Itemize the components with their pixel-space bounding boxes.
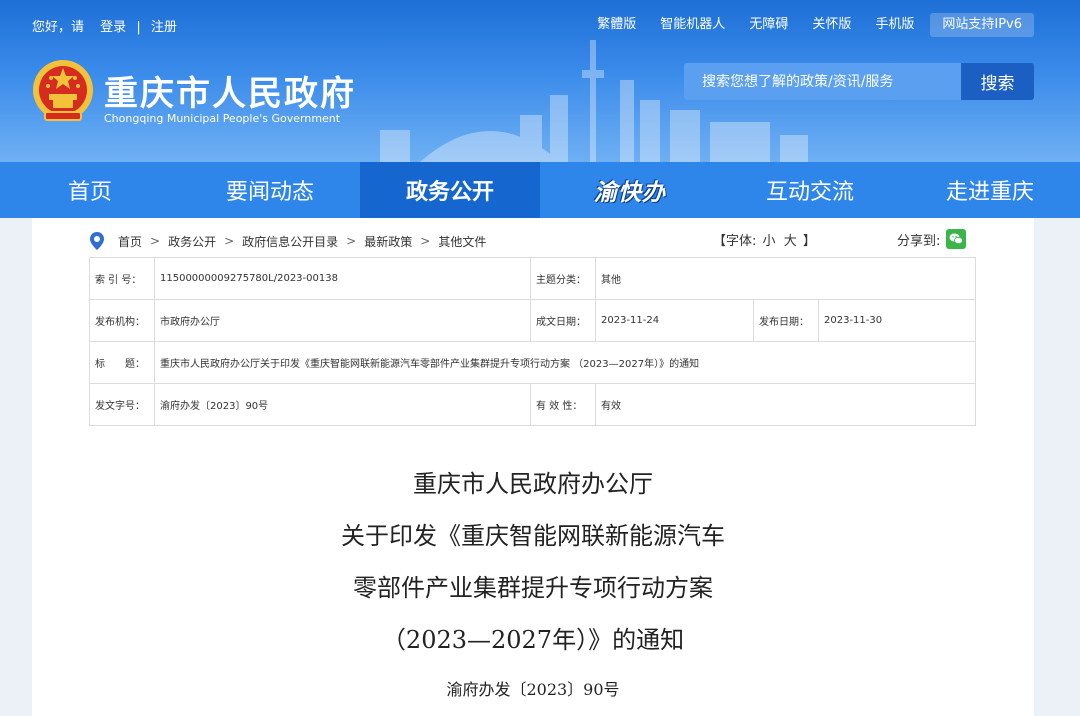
font-size-small-button[interactable]: 小 <box>763 234 776 249</box>
ipv6-support-badge: 网站支持IPv6 <box>930 13 1034 37</box>
validity-label: 有 效 性： <box>530 383 596 426</box>
created-date-label: 成文日期： <box>530 299 596 342</box>
main-content: 首页 > 政务公开 > 政府信息公开目录 > 最新政策 > 其他文件 【字体: … <box>32 218 1034 716</box>
breadcrumb-home[interactable]: 首页 <box>118 233 142 250</box>
breadcrumb-other-documents[interactable]: 其他文件 <box>438 233 486 250</box>
table-row: 发布机构： 市政府办公厅 成文日期： 2023-11-24 发布日期： 2023… <box>89 299 976 342</box>
category-value: 其他 <box>595 257 976 300</box>
share-label: 分享到: <box>897 233 941 249</box>
nav-item-news[interactable]: 要闻动态 <box>180 162 360 218</box>
greeting-text: 您好，请 <box>32 20 85 35</box>
accessibility-link[interactable]: 无障碍 <box>737 13 800 37</box>
site-title[interactable]: 重庆市人民政府 <box>104 66 356 115</box>
document-title-line: 零部件产业集群提升专项行动方案 <box>353 574 713 602</box>
validity-value: 有效 <box>595 383 976 426</box>
user-greeting: 您好，请 登录 | 注册 <box>32 16 177 35</box>
breadcrumb-separator: > <box>224 234 235 248</box>
share-control: 分享到: <box>897 229 967 249</box>
nav-item-interaction[interactable]: 互动交流 <box>720 162 900 218</box>
city-skyline-decoration <box>380 40 808 162</box>
breadcrumb-separator: > <box>420 234 431 248</box>
breadcrumb-info-catalog[interactable]: 政府信息公开目录 <box>242 233 338 250</box>
index-label: 索 引 号： <box>89 257 155 300</box>
font-size-label: 【字体: <box>713 234 757 249</box>
document-title-line: （2023—2027年）》的通知 <box>381 626 685 654</box>
main-nav: 首页 要闻动态 政务公开 渝快办 互动交流 走进重庆 <box>0 162 1080 218</box>
publisher-label: 发布机构： <box>89 299 155 342</box>
title-value: 重庆市人民政府办公厅关于印发《重庆智能网联新能源汽车零部件产业集群提升专项行动方… <box>154 341 976 384</box>
top-bar: 您好，请 登录 | 注册 繁體版 智能机器人 无障碍 关怀版 手机版 网站支持I… <box>0 0 1080 50</box>
document-title-line: 重庆市人民政府办公厅 <box>413 470 653 498</box>
breadcrumb-separator: > <box>150 234 161 248</box>
document-metadata-table: 索 引 号： 11500000009275780L/2023-00138 主题分… <box>89 257 976 426</box>
created-date-value: 2023-11-24 <box>595 299 754 342</box>
title-label: 标 题： <box>89 341 155 384</box>
site-subtitle: Chongqing Municipal People's Government <box>104 112 341 125</box>
category-label: 主题分类： <box>530 257 596 300</box>
location-pin-icon <box>90 232 104 250</box>
login-register-divider: | <box>136 20 141 35</box>
nav-item-home[interactable]: 首页 <box>0 162 180 218</box>
search-box <box>684 63 961 100</box>
document-number: 渝府办发〔2023〕90号 <box>446 680 620 699</box>
font-size-large-button[interactable]: 大 <box>784 234 797 249</box>
elderly-care-link[interactable]: 关怀版 <box>800 13 863 37</box>
register-link[interactable]: 注册 <box>151 20 177 35</box>
font-size-close-bracket: 】 <box>802 234 816 249</box>
wechat-icon[interactable] <box>946 229 967 249</box>
publisher-value: 市政府办公厅 <box>154 299 531 342</box>
breadcrumb: 首页 > 政务公开 > 政府信息公开目录 > 最新政策 > 其他文件 <box>90 232 486 250</box>
table-row: 索 引 号： 11500000009275780L/2023-00138 主题分… <box>89 257 976 300</box>
breadcrumb-government-affairs[interactable]: 政务公开 <box>168 233 216 250</box>
doc-number-value: 渝府办发〔2023〕90号 <box>154 383 531 426</box>
national-emblem-logo[interactable] <box>31 58 95 124</box>
mobile-version-link[interactable]: 手机版 <box>863 13 926 37</box>
published-date-value: 2023-11-30 <box>818 299 976 342</box>
ai-robot-link[interactable]: 智能机器人 <box>648 13 737 37</box>
breadcrumb-latest-policy[interactable]: 最新政策 <box>364 233 412 250</box>
index-value: 11500000009275780L/2023-00138 <box>154 257 531 300</box>
nav-item-about-chongqing[interactable]: 走进重庆 <box>900 162 1080 218</box>
published-date-label: 发布日期： <box>753 299 819 342</box>
doc-number-label: 发文字号： <box>89 383 155 426</box>
search-button[interactable]: 搜索 <box>961 63 1034 100</box>
top-links: 繁體版 智能机器人 无障碍 关怀版 手机版 网站支持IPv6 <box>585 13 1034 37</box>
login-link[interactable]: 登录 <box>100 20 126 35</box>
nav-item-government-affairs[interactable]: 政务公开 <box>360 162 540 218</box>
site-header: 您好，请 登录 | 注册 繁體版 智能机器人 无障碍 关怀版 手机版 网站支持I… <box>0 0 1080 162</box>
traditional-chinese-link[interactable]: 繁體版 <box>585 13 648 37</box>
nav-item-yukuaiban[interactable]: 渝快办 <box>540 162 720 218</box>
table-row: 标 题： 重庆市人民政府办公厅关于印发《重庆智能网联新能源汽车零部件产业集群提升… <box>89 341 976 384</box>
font-size-control: 【字体: 小 大 】 <box>713 230 816 249</box>
document-title: 重庆市人民政府办公厅 关于印发《重庆智能网联新能源汽车 零部件产业集群提升专项行… <box>32 466 1034 674</box>
breadcrumb-separator: > <box>346 234 357 248</box>
table-row: 发文字号： 渝府办发〔2023〕90号 有 效 性： 有效 <box>89 383 976 426</box>
search-input[interactable] <box>684 63 961 100</box>
document-title-line: 关于印发《重庆智能网联新能源汽车 <box>341 522 725 550</box>
